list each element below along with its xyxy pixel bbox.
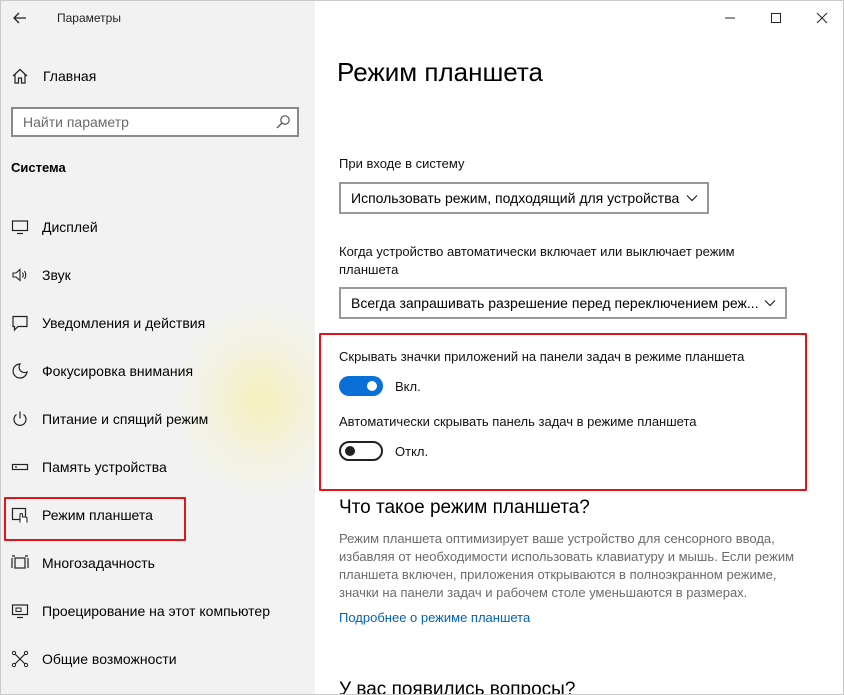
tablet-mode-icon (11, 507, 28, 523)
description-line: избавляя от необходимости использовать к… (339, 549, 795, 564)
questions-heading: У вас появились вопросы? (339, 679, 576, 695)
sidebar: Параметры Главная Система Дисплей (1, 1, 315, 694)
toggle-knob (367, 381, 377, 391)
description-line: значки на панели задач и рабочем столе у… (339, 585, 748, 600)
sidebar-item-label: Главная (43, 68, 97, 84)
projecting-icon (11, 604, 29, 619)
search-icon[interactable] (275, 114, 291, 130)
learn-more-link[interactable]: Подробнее о режиме планшета (339, 610, 530, 625)
settings-window: Параметры Главная Система Дисплей (0, 0, 844, 695)
sidebar-item-label: Фокусировка внимания (42, 363, 194, 379)
auto-switch-label: Когда устройство автоматически включает … (339, 243, 735, 279)
sidebar-item-sound[interactable]: Звук (1, 251, 315, 299)
sidebar-item-projecting[interactable]: Проецирование на этот компьютер (1, 587, 315, 635)
sidebar-item-label: Уведомления и действия (42, 315, 206, 331)
sound-icon (12, 268, 27, 282)
minimize-button[interactable] (707, 1, 753, 35)
sidebar-item-shared-experiences[interactable]: Общие возможности (1, 635, 315, 683)
maximize-button[interactable] (753, 1, 799, 35)
section-heading: Система (11, 160, 66, 175)
back-button[interactable] (3, 1, 37, 35)
home-icon (12, 68, 28, 84)
moon-icon (12, 363, 28, 379)
nav-list: Дисплей Звук Уведомления и действия Фоку… (1, 203, 315, 683)
description-line: планшета включен, приложения открываются… (339, 567, 777, 582)
sidebar-item-power-sleep[interactable]: Питание и спящий режим (1, 395, 315, 443)
search-input[interactable] (23, 114, 263, 130)
sidebar-item-label: Память устройства (42, 459, 167, 475)
notifications-icon (12, 315, 28, 332)
minimize-icon (725, 17, 735, 19)
window-controls (707, 1, 843, 35)
sidebar-item-focus-assist[interactable]: Фокусировка внимания (1, 347, 315, 395)
chevron-down-icon (764, 300, 776, 307)
multitasking-icon (11, 555, 29, 569)
chevron-down-icon (686, 195, 698, 202)
hide-icons-toggle[interactable] (339, 376, 383, 396)
sidebar-item-label: Многозадачность (42, 555, 155, 571)
page-title: Режим планшета (337, 57, 543, 87)
search-box[interactable] (11, 107, 299, 137)
sidebar-item-storage[interactable]: Память устройства (1, 443, 315, 491)
app-title: Параметры (57, 11, 121, 25)
hide-taskbar-toggle[interactable] (339, 441, 383, 461)
sidebar-item-display[interactable]: Дисплей (1, 203, 315, 251)
sidebar-item-label: Звук (42, 267, 71, 283)
sidebar-item-label: Питание и спящий режим (42, 411, 209, 427)
hide-taskbar-state: Откл. (395, 444, 429, 459)
what-is-description: Режим планшета оптимизирует ваше устройс… (339, 530, 829, 602)
back-arrow-icon (13, 12, 26, 24)
signin-label: При входе в систему (339, 156, 465, 171)
auto-switch-label-line2: планшета (339, 262, 399, 277)
title-bar: Параметры (1, 1, 315, 35)
auto-switch-label-line1: Когда устройство автоматически включает … (339, 244, 735, 259)
main-content: Режим планшета При входе в систему Испол… (315, 1, 843, 695)
signin-mode-dropdown[interactable]: Использовать режим, подходящий для устро… (339, 182, 709, 214)
sidebar-item-multitasking[interactable]: Многозадачность (1, 539, 315, 587)
shared-experiences-icon (11, 650, 29, 668)
storage-icon (11, 463, 29, 471)
power-icon (13, 411, 27, 426)
sidebar-item-label: Проецирование на этот компьютер (42, 603, 270, 619)
sidebar-item-label: Общие возможности (42, 651, 177, 667)
dropdown-value: Использовать режим, подходящий для устро… (351, 190, 680, 206)
auto-switch-dropdown[interactable]: Всегда запрашивать разрешение перед пере… (339, 287, 787, 319)
hide-icons-state: Вкл. (395, 379, 421, 394)
sidebar-item-tablet-mode[interactable]: Режим планшета (1, 491, 315, 541)
what-is-heading: Что такое режим планшета? (339, 497, 590, 518)
sidebar-item-label: Режим планшета (42, 507, 153, 523)
display-icon (11, 220, 29, 235)
hide-icons-label: Скрывать значки приложений на панели зад… (339, 349, 745, 364)
close-icon (816, 12, 828, 24)
dropdown-value: Всегда запрашивать разрешение перед пере… (351, 295, 759, 311)
hide-taskbar-label: Автоматически скрывать панель задач в ре… (339, 414, 697, 429)
toggle-knob (345, 446, 355, 456)
description-line: Режим планшета оптимизирует ваше устройс… (339, 531, 775, 546)
sidebar-item-home[interactable]: Главная (1, 59, 315, 93)
sidebar-item-label: Дисплей (42, 219, 98, 235)
sidebar-item-notifications[interactable]: Уведомления и действия (1, 299, 315, 347)
close-button[interactable] (799, 1, 843, 35)
maximize-icon (771, 13, 781, 23)
